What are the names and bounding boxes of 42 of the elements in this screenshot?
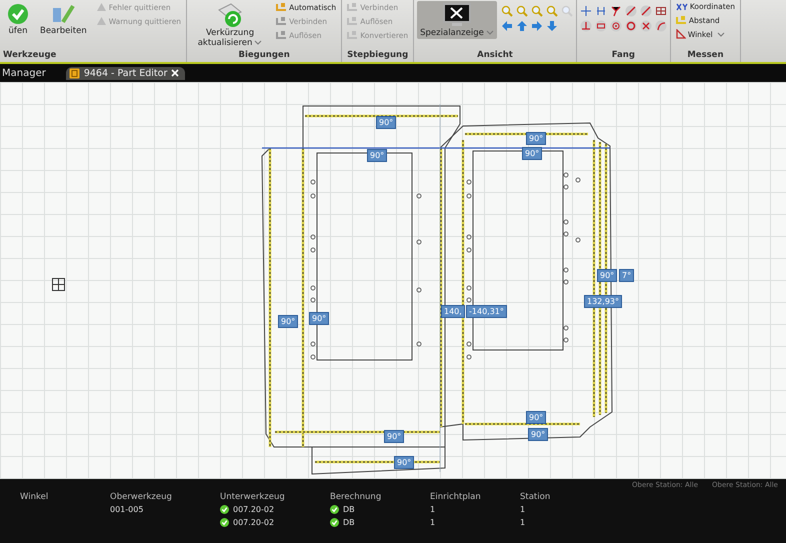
group-label: Ansicht	[476, 50, 514, 62]
group-label: Messen	[686, 50, 725, 62]
table-cell: DB	[343, 518, 355, 527]
angle-label[interactable]: 90°	[367, 149, 388, 162]
table-cell: DB	[343, 505, 355, 514]
angle-label[interactable]: 132,93°	[584, 295, 622, 308]
column-header: Berechnung	[330, 492, 382, 502]
group-label: Stepbiegung	[346, 50, 410, 62]
angle-label[interactable]: 90°	[522, 147, 542, 160]
angle-label[interactable]: 90°	[526, 132, 546, 145]
column-header: Oberwerkzeug	[110, 492, 173, 502]
angle-label[interactable]: 90°	[376, 116, 396, 129]
table-cell: 007.20-02	[233, 518, 274, 527]
group-label: Biegungen	[238, 50, 291, 62]
group-label: Fang	[610, 50, 636, 62]
table-cell: 1	[520, 518, 526, 527]
manager-tab[interactable]: Manager	[2, 68, 52, 78]
angle-label[interactable]: 90°	[278, 315, 298, 328]
table-cell: 1	[430, 505, 436, 514]
ribbon-button[interactable]: üfen	[3, 1, 33, 37]
angle-label[interactable]: 90°	[526, 411, 546, 424]
column-header: Winkel	[20, 492, 50, 502]
table-cell: 001-005	[110, 505, 144, 514]
angle-label[interactable]: 90°	[528, 428, 548, 441]
angle-label[interactable]: 90°	[384, 430, 404, 443]
table-cell: 1	[430, 518, 436, 527]
editor-tab[interactable]: 9464 - Part Editor	[66, 66, 186, 80]
angle-label[interactable]: 90°	[309, 312, 330, 325]
angle-label[interactable]: 140,	[441, 305, 465, 318]
ribbon-button[interactable]: Bearbeiten	[37, 1, 90, 37]
column-header: Unterwerkzeug	[220, 492, 286, 502]
column-header: Station	[520, 492, 552, 502]
angle-label[interactable]: 90°	[597, 269, 618, 282]
table-cell: 1	[520, 505, 526, 514]
angle-label[interactable]: 7°	[619, 269, 634, 282]
column-header: Einrichtplan	[430, 492, 482, 502]
table-cell: 007.20-02	[233, 505, 274, 514]
ribbon-button[interactable]: Verkürzung aktualisieren	[190, 1, 270, 49]
angle-label[interactable]: 90°	[394, 456, 414, 469]
group-label: Werkzeuge	[3, 50, 58, 62]
angle-label[interactable]: -140,31°	[466, 305, 507, 318]
ribbon-button[interactable]: Spezialanzeige	[417, 1, 497, 39]
